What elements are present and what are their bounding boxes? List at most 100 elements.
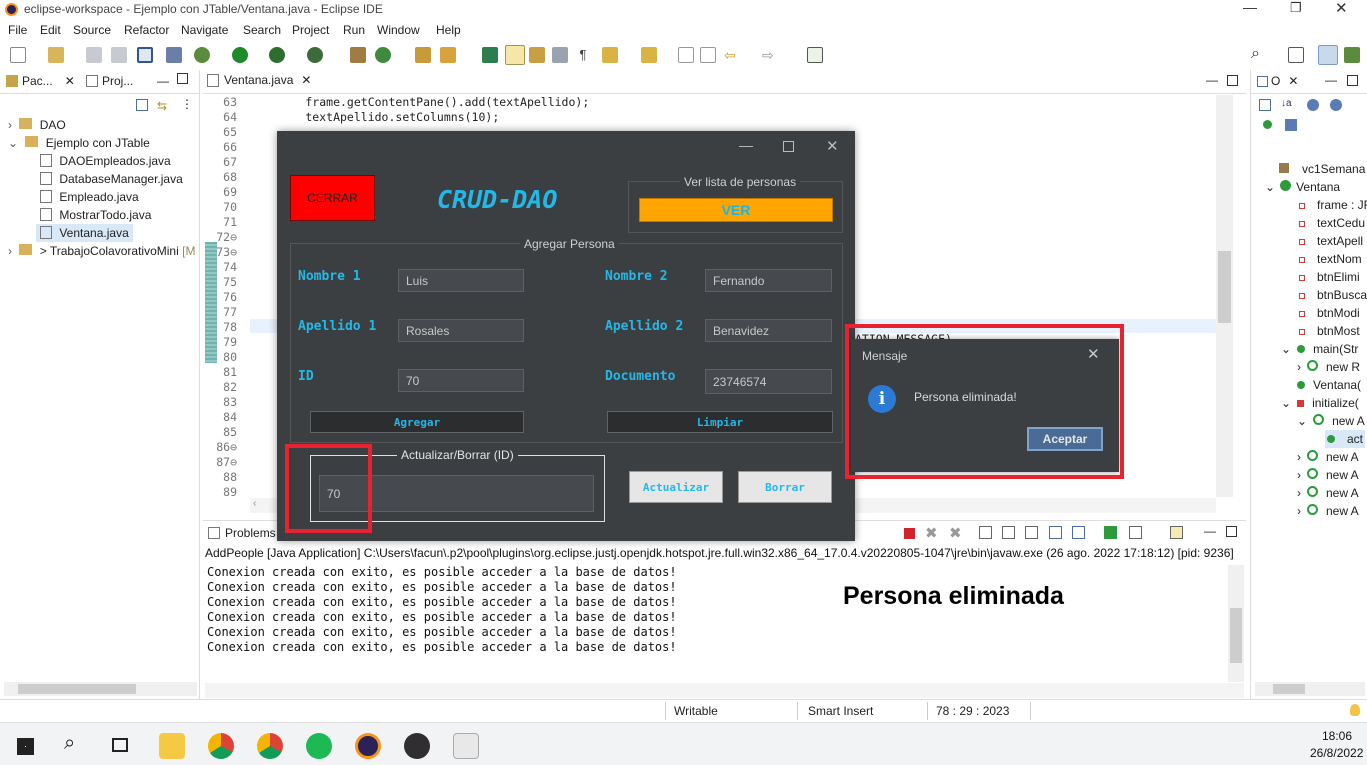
chevron-down-icon[interactable]: ⌄ [1297, 414, 1307, 428]
minimize-window-button[interactable]: — [1243, 0, 1257, 15]
coverage-icon[interactable] [269, 47, 285, 63]
code-line[interactable]: textApellido.setColumns(10); [250, 110, 499, 124]
scroll-thumb[interactable] [18, 684, 136, 694]
tab-package-explorer[interactable]: Pac... ✕ [6, 74, 75, 88]
close-tab-icon[interactable]: ✕ [301, 73, 311, 87]
menu-refactor[interactable]: Refactor [124, 23, 169, 37]
tree-item-ventana[interactable]: Ventana.java [36, 224, 133, 242]
previous-annotation-icon[interactable] [641, 47, 657, 63]
outline-item[interactable]: textCedu [1299, 214, 1365, 232]
task-view-icon[interactable] [112, 738, 128, 752]
scroll-thumb[interactable] [1218, 251, 1231, 323]
taskbar-date[interactable]: 26/8/2022 [1310, 746, 1363, 760]
outline-item[interactable]: frame : JF [1299, 196, 1367, 214]
menu-source[interactable]: Source [73, 23, 111, 37]
ver-button[interactable]: VER [639, 198, 833, 222]
minimize-view-icon[interactable]: — [157, 74, 169, 88]
windows-start-icon[interactable] [17, 738, 34, 755]
nombre1-input[interactable]: Luis [398, 269, 524, 292]
app-close-button[interactable]: ✕ [826, 137, 839, 155]
java-app-icon[interactable] [453, 733, 479, 759]
remove-launch-icon[interactable]: ✖ [925, 524, 938, 542]
clear-console-icon[interactable] [979, 526, 992, 539]
chevron-right-icon[interactable]: › [1297, 360, 1301, 374]
outline-item[interactable]: vc1Semana [1279, 160, 1365, 178]
view-menu-icon[interactable]: ⋮ [181, 97, 193, 111]
tab-project-explorer[interactable]: Proj... [86, 74, 133, 88]
outline-item[interactable]: ⌄ initialize( [1281, 394, 1359, 412]
outline-item[interactable]: btnMost [1299, 322, 1360, 340]
word-wrap-console-icon[interactable] [1025, 526, 1038, 539]
outline-item[interactable]: btnElimi [1299, 268, 1360, 286]
file-explorer-icon[interactable] [159, 733, 185, 759]
outline-item[interactable]: › new A [1297, 466, 1359, 484]
scroll-thumb[interactable] [1230, 608, 1242, 663]
tab-problems[interactable]: Problems [208, 526, 276, 540]
outline-item[interactable]: ⌄ new A [1297, 412, 1365, 430]
menu-project[interactable]: Project [292, 23, 329, 37]
display-console-icon[interactable] [1129, 526, 1142, 539]
eclipse-taskbar-icon[interactable] [355, 733, 381, 759]
search-taskbar-icon[interactable]: ⌕ [64, 732, 75, 755]
chevron-down-icon[interactable]: ⌄ [8, 136, 18, 150]
menu-help[interactable]: Help [436, 23, 461, 37]
tree-item-databasemanager[interactable]: DatabaseManager.java [40, 170, 183, 188]
app-minimize-button[interactable]: — [739, 137, 753, 153]
outline-item[interactable]: › new A [1297, 448, 1359, 466]
run-icon[interactable] [232, 47, 248, 63]
tree-item-ejemplo-jtable[interactable]: ⌄ Ejemplo con JTable [8, 134, 150, 152]
outline-item[interactable]: › new A [1297, 484, 1359, 502]
outline-item[interactable]: act [1325, 430, 1366, 448]
outline-item[interactable]: › new R [1297, 358, 1360, 376]
minimize-editor-icon[interactable]: — [1206, 73, 1218, 87]
tab-outline[interactable]: O ✕ [1257, 74, 1298, 88]
tree-item-mostrartodo[interactable]: MostrarTodo.java [40, 206, 151, 224]
sort-icon[interactable]: ↓a [1281, 98, 1292, 109]
show-whitespace-icon[interactable]: ¶ [575, 47, 591, 63]
pin-editor-icon[interactable] [807, 47, 823, 63]
outline-hscrollbar[interactable] [1255, 682, 1365, 696]
debug-icon[interactable] [194, 47, 210, 63]
external-tools-icon[interactable] [307, 47, 323, 63]
maximize-view-icon[interactable] [177, 73, 188, 84]
menu-search[interactable]: Search [243, 23, 281, 37]
mark-occurrences-icon[interactable] [505, 45, 525, 65]
forward-history-icon[interactable] [700, 47, 716, 63]
nombre2-input[interactable]: Fernando [705, 269, 832, 292]
scroll-thumb[interactable] [1273, 684, 1305, 694]
pin-console-icon[interactable] [1104, 526, 1117, 539]
apellido2-input[interactable]: Benavidez [705, 319, 832, 342]
chevron-right-icon[interactable]: › [1297, 468, 1301, 482]
apellido1-input[interactable]: Rosales [398, 319, 524, 342]
cerrar-button[interactable]: CERRAR [290, 175, 375, 221]
close-window-button[interactable]: ✕ [1335, 0, 1348, 17]
outline-item[interactable]: textApell [1299, 232, 1363, 250]
search-icon[interactable]: ⌕ [1251, 45, 1260, 63]
tree-item-empleado[interactable]: Empleado.java [40, 188, 139, 206]
new-java-project-icon[interactable] [350, 47, 366, 63]
app-maximize-button[interactable] [783, 141, 794, 152]
menu-navigate[interactable]: Navigate [181, 23, 228, 37]
skip-breakpoints-icon[interactable] [166, 47, 182, 63]
limpiar-button[interactable]: Limpiar [607, 411, 833, 433]
menu-run[interactable]: Run [343, 23, 365, 37]
word-wrap-icon[interactable] [552, 47, 568, 63]
new-package-icon[interactable] [48, 47, 64, 63]
borrar-button[interactable]: Borrar [738, 471, 832, 503]
new-icon[interactable] [10, 47, 26, 63]
chrome-icon[interactable] [257, 733, 283, 759]
remove-all-launches-icon[interactable]: ✖ [949, 524, 962, 542]
open-perspective-icon[interactable] [1288, 47, 1304, 63]
outline-item[interactable]: btnModi [1299, 304, 1360, 322]
outline-item[interactable]: Ventana( [1297, 376, 1361, 394]
tab-ventana-java[interactable]: Ventana.java ✕ [207, 73, 311, 87]
last-edit-icon[interactable] [678, 47, 694, 63]
actualizar-button[interactable]: Actualizar [629, 471, 723, 503]
outline-item[interactable]: ⌄ Ventana [1265, 178, 1340, 196]
taskbar-time[interactable]: 18:06 [1322, 729, 1352, 743]
chevron-down-icon[interactable]: ⌄ [1281, 342, 1291, 356]
console-vscrollbar[interactable] [1228, 565, 1244, 682]
forward-icon[interactable]: ⇨ [762, 48, 778, 64]
chevron-down-icon[interactable]: ⌄ [1281, 396, 1291, 410]
chevron-right-icon[interactable]: › [1297, 504, 1301, 518]
